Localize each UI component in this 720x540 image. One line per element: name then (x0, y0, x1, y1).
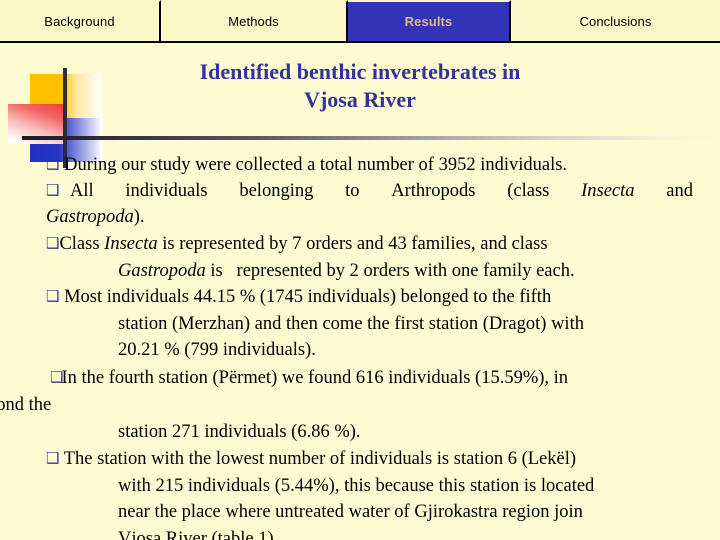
word: individuals (125, 181, 208, 201)
bullet-item-3: ❑Class Insecta is represented by 7 order… (46, 231, 548, 257)
tab-conclusions[interactable]: Conclusions (511, 0, 720, 41)
bullet-item-2: ❑ All individuals belonging to Arthropod… (46, 178, 693, 204)
tab-methods-label: Methods (228, 14, 279, 29)
word-italic: Insecta (581, 181, 635, 201)
bullet-item-6: ❑ The station with the lowest number of … (46, 446, 576, 472)
continuation-line-13: with 215 individuals (5.44%), this becau… (118, 473, 594, 499)
continuation-line-10-clipped: cond the (0, 392, 51, 418)
continuation-line-3-suffix: ). (133, 207, 145, 227)
tab-methods[interactable]: Methods (161, 0, 348, 41)
navigation-tab-bar: Background Methods Results Conclusions (0, 0, 720, 43)
slide-title-line-2: Vjosa River (304, 87, 416, 112)
continuation-line-14-text: near the place where untreated water of … (118, 502, 583, 522)
word: to (345, 181, 360, 201)
bullet-item-2-text: All individuals belonging to Arthropods … (70, 178, 693, 205)
taxon-name-gastropoda: Gastropoda (118, 261, 206, 281)
bullet-square-icon: ❑ (46, 288, 60, 305)
presentation-slide: Background Methods Results Conclusions I… (0, 0, 720, 540)
continuation-line-7-text: station (Merzhan) and then come the firs… (118, 314, 584, 334)
tab-results[interactable]: Results (348, 0, 511, 41)
continuation-line-14: near the place where untreated water of … (118, 499, 583, 525)
continuation-line-3: Gastropoda). (46, 204, 145, 230)
continuation-line-10-text: cond the (0, 395, 52, 415)
bullet-item-1-text: During our study were collected a total … (64, 155, 568, 175)
continuation-line-15-text: Vjosa River (table 1). (118, 529, 279, 540)
continuation-line-5-text: is represented by 2 orders with one fami… (205, 261, 575, 281)
bullet-item-1: ❑ During our study were collected a tota… (46, 152, 567, 178)
horizontal-accent-line (22, 136, 720, 140)
tab-results-label: Results (404, 14, 453, 29)
word: Arthropods (391, 181, 476, 201)
continuation-line-13-text: with 215 individuals (5.44%), this becau… (118, 476, 595, 496)
bullet-square-icon: ❑ (46, 156, 60, 173)
word: belonging (239, 181, 314, 201)
taxon-name-insecta: Insecta (104, 234, 158, 254)
bullet-item-6-text: The station with the lowest number of in… (63, 449, 577, 469)
slide-title: Identified benthic invertebrates in Vjos… (60, 58, 660, 114)
word: (class (507, 181, 550, 201)
continuation-line-7: station (Merzhan) and then come the firs… (118, 311, 584, 337)
continuation-line-11: station 271 individuals (6.86 %). (118, 419, 361, 445)
word: All (70, 181, 94, 201)
taxon-name-gastropoda: Gastropoda (46, 207, 134, 227)
bullet-item-4: ❑ Most individuals 44.15 % (1745 individ… (46, 284, 551, 310)
slide-title-line-1: Identified benthic invertebrates in (199, 59, 521, 84)
tab-background[interactable]: Background (0, 0, 161, 41)
bullet-square-icon: ❑ (46, 450, 60, 467)
continuation-line-11-text: station 271 individuals (6.86 %). (118, 422, 361, 442)
continuation-line-8-text: 20.21 % (799 individuals). (118, 340, 316, 360)
bullet-square-icon: ❑ (46, 182, 60, 199)
bullet-item-3-part-a: Class (59, 234, 105, 254)
bullet-square-icon: ❑ (46, 235, 60, 252)
tab-background-label: Background (44, 14, 115, 29)
continuation-line-15-clipped: Vjosa River (table 1). (118, 526, 278, 540)
bullet-item-4-text: Most individuals 44.15 % (1745 individua… (64, 287, 552, 307)
continuation-line-8: 20.21 % (799 individuals). (118, 337, 316, 363)
continuation-line-5: Gastropoda is represented by 2 orders wi… (118, 258, 575, 284)
word: and (666, 181, 693, 201)
bullet-item-5: ❑In the fourth station (Përmet) we found… (50, 365, 568, 391)
tab-conclusions-label: Conclusions (579, 14, 652, 29)
bullet-item-5-text: In the fourth station (Përmet) we found … (61, 368, 569, 388)
bullet-item-3-part-b: is represented by 7 orders and 43 famili… (157, 234, 548, 254)
